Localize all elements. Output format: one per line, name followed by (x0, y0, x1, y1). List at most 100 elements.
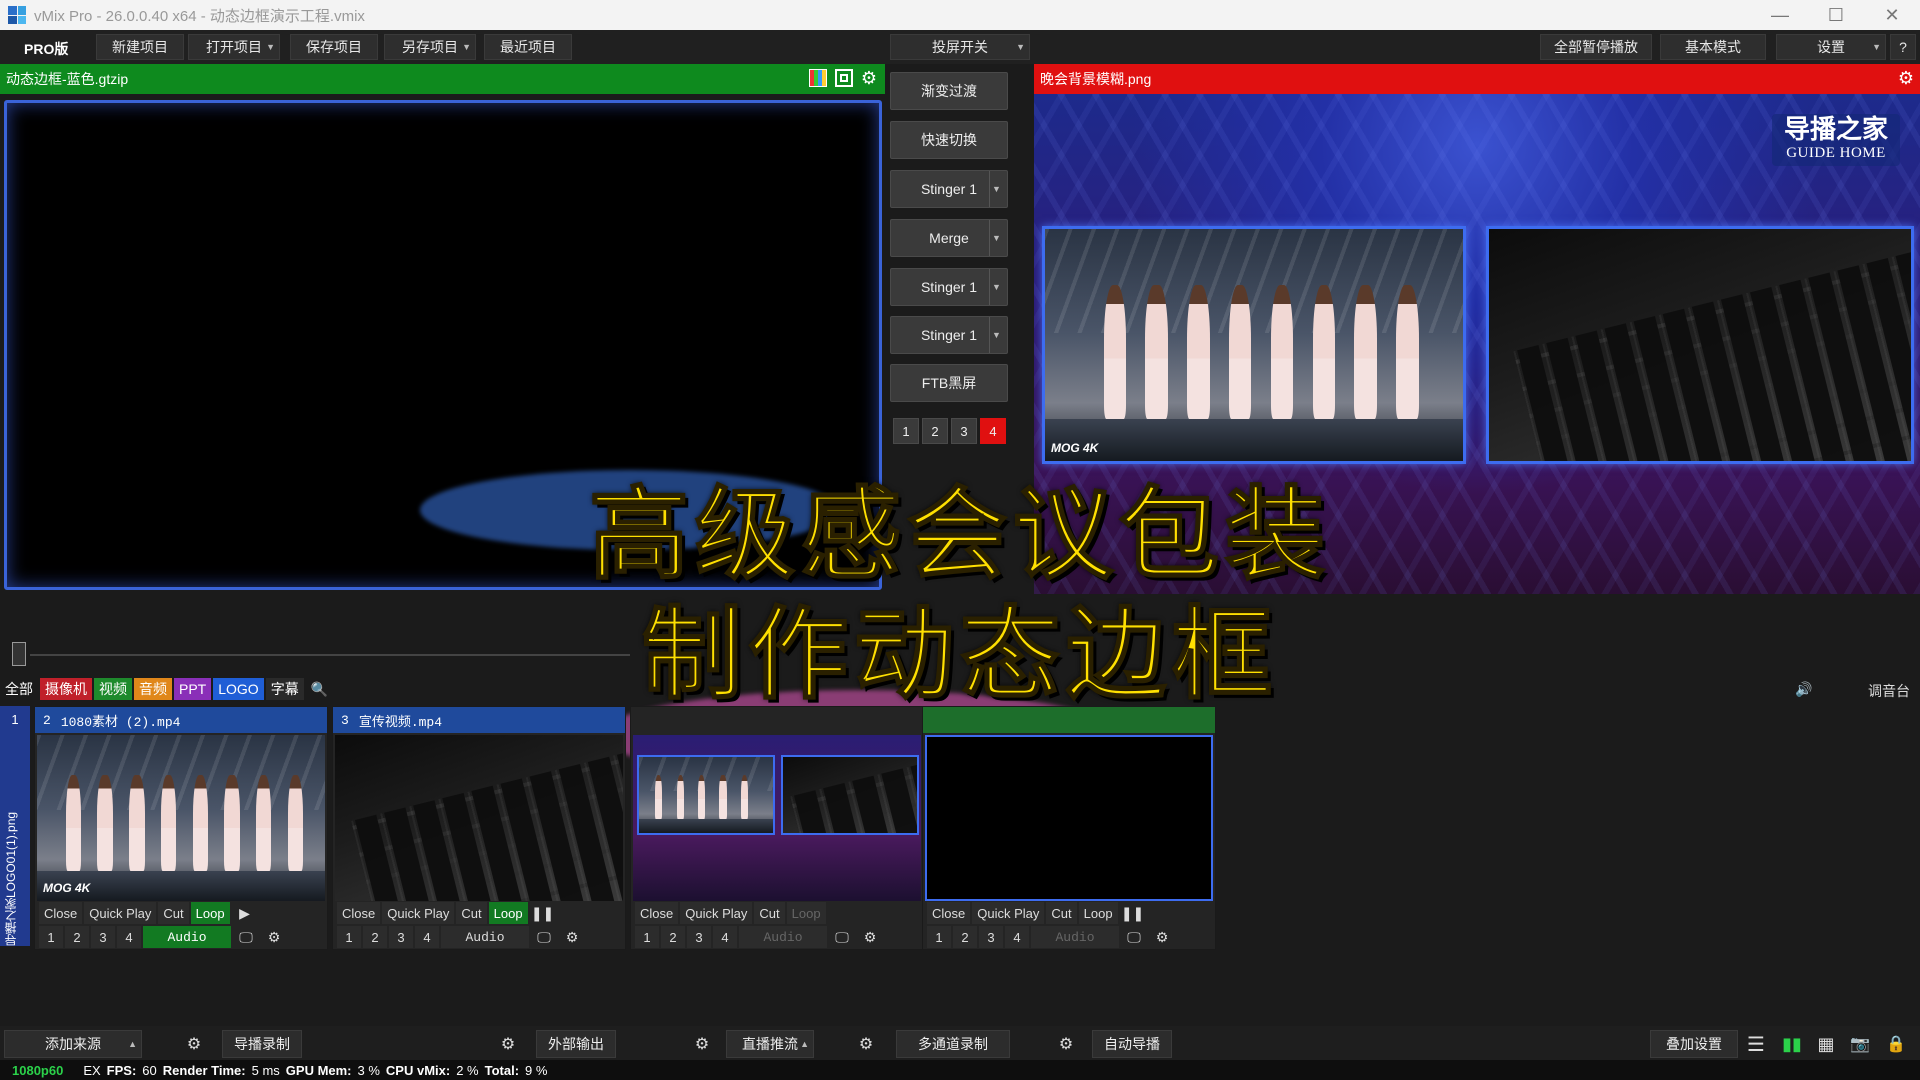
close-icon[interactable]: ✕ (1864, 0, 1920, 30)
audio-button[interactable]: Audio (739, 926, 827, 948)
overlay-2-button[interactable]: 2 (363, 926, 387, 948)
overlay-4-button[interactable]: 4 (117, 926, 141, 948)
loop-button[interactable]: Loop (786, 902, 826, 924)
save-project-button[interactable]: 保存项目 (290, 34, 378, 60)
chevron-down-icon[interactable]: ▼ (989, 269, 1003, 305)
quick-play-button[interactable]: Quick Play (382, 902, 455, 924)
chevron-down-icon[interactable]: ▼ (266, 42, 275, 52)
input-card-3[interactable]: 3 宣传视频.mp4 Close Quick Play Cut Loop ❚❚ … (332, 706, 626, 950)
fade-transition-button[interactable]: 渐变过渡 (890, 72, 1008, 110)
overlay-2-button[interactable]: 2 (953, 926, 977, 948)
t-bar-handle[interactable] (12, 642, 26, 666)
overlay-3-button[interactable]: 3 (687, 926, 711, 948)
input-card-multiview[interactable]: Close Quick Play Cut Loop 1 2 3 4 Audio … (630, 706, 924, 950)
chevron-down-icon[interactable]: ▼ (989, 171, 1003, 207)
keyboard-thumbnail[interactable] (335, 735, 623, 901)
loop-button[interactable]: Loop (488, 902, 528, 924)
chevron-up-icon[interactable]: ▲ (128, 1039, 137, 1049)
input-card-2[interactable]: 2 1080素材 (2).mp4 MOG 4K Close Quick Play… (34, 706, 328, 950)
overlay-1-button[interactable]: 1 (927, 926, 951, 948)
close-button[interactable]: Close (927, 902, 971, 924)
safe-area-icon[interactable] (834, 69, 853, 87)
chevron-down-icon[interactable]: ▼ (989, 317, 1003, 353)
pause-all-button[interactable]: 全部暂停播放 (1540, 34, 1652, 60)
maximize-icon[interactable]: ☐ (1808, 0, 1864, 30)
loop-button[interactable]: Loop (1078, 902, 1118, 924)
help-button[interactable]: ? (1890, 34, 1916, 60)
color-bars-icon[interactable] (808, 69, 827, 87)
playlist-button[interactable]: 自动导播 (1092, 1030, 1172, 1058)
gear-icon[interactable]: ⚙ (846, 1030, 886, 1058)
audio-mixer-button[interactable]: 调音台 (1868, 681, 1910, 701)
close-button[interactable]: Close (337, 902, 381, 924)
monitor-icon[interactable]: 🖵 (531, 926, 557, 948)
blank-thumbnail[interactable] (925, 735, 1213, 901)
multiview-thumbnail[interactable] (633, 735, 921, 901)
tab-logo[interactable]: LOGO (213, 678, 264, 700)
speaker-icon[interactable]: 🔊 (1795, 681, 1812, 698)
overlay-1-button[interactable]: 1 (337, 926, 361, 948)
external-button[interactable]: 外部输出 (536, 1030, 616, 1058)
overlay-3-button[interactable]: 3 (91, 926, 115, 948)
cut-button[interactable]: Cut (1046, 902, 1077, 924)
loop-button[interactable]: Loop (190, 902, 230, 924)
overlay-4-button[interactable]: 4 (1005, 926, 1029, 948)
transition-number-3[interactable]: 3 (951, 418, 977, 444)
gear-icon[interactable]: ⚙ (174, 1030, 214, 1058)
monitor-icon[interactable]: 🖵 (1121, 926, 1147, 948)
gear-icon[interactable]: ⚙ (1149, 926, 1175, 948)
chevron-up-icon[interactable]: ▲ (800, 1039, 809, 1049)
multicorder-button[interactable]: 多通道录制 (896, 1030, 1010, 1058)
quick-play-button[interactable]: Quick Play (680, 902, 753, 924)
cut-transition-button[interactable]: 快速切换 (890, 121, 1008, 159)
overlay-1-button[interactable]: 1 (635, 926, 659, 948)
record-button[interactable]: 导播录制 (222, 1030, 302, 1058)
input-lane-1[interactable]: 1 导播之家LOGO01(1).png (0, 706, 30, 946)
fade-to-black-button[interactable]: FTB黑屏 (890, 364, 1008, 402)
settings-button[interactable]: 设置 ▼ (1776, 34, 1886, 60)
save-as-button[interactable]: 另存项目 ▼ (384, 34, 476, 60)
gear-icon[interactable]: ⚙ (559, 926, 585, 948)
overlay-3-button[interactable]: 3 (979, 926, 1003, 948)
gear-icon[interactable]: ⚙ (488, 1030, 528, 1058)
overlay-3-button[interactable]: 3 (389, 926, 413, 948)
chevron-down-icon[interactable]: ▼ (1016, 42, 1025, 52)
stinger-1-button[interactable]: Stinger 1 ▼ (890, 170, 1008, 208)
audio-button[interactable]: Audio (441, 926, 529, 948)
gear-icon[interactable]: ⚙ (1898, 68, 1914, 89)
play-icon[interactable]: ▶ (232, 902, 258, 924)
list-view-icon[interactable]: ☰ (1736, 1030, 1776, 1058)
chevron-down-icon[interactable]: ▼ (989, 220, 1003, 256)
tab-audio[interactable]: 音频 (134, 678, 172, 700)
close-button[interactable]: Close (635, 902, 679, 924)
audio-button[interactable]: Audio (143, 926, 231, 948)
minimize-icon[interactable]: — (1752, 0, 1808, 30)
add-input-button[interactable]: 添加来源 ▲ (4, 1030, 142, 1058)
basic-mode-button[interactable]: 基本模式 (1660, 34, 1766, 60)
tab-ppt[interactable]: PPT (174, 678, 212, 700)
monitor-icon[interactable]: 🖵 (829, 926, 855, 948)
stinger-1c-button[interactable]: Stinger 1 ▼ (890, 316, 1008, 354)
overlay-4-button[interactable]: 4 (713, 926, 737, 948)
pause-icon[interactable]: ❚❚ (530, 902, 556, 924)
quick-play-button[interactable]: Quick Play (972, 902, 1045, 924)
cut-button[interactable]: Cut (158, 902, 189, 924)
tab-camera[interactable]: 摄像机 (40, 678, 92, 700)
recent-projects-button[interactable]: 最近项目 (484, 34, 572, 60)
new-project-button[interactable]: 新建项目 (96, 34, 184, 60)
overlay-4-button[interactable]: 4 (415, 926, 439, 948)
tab-caption[interactable]: 字幕 (265, 678, 304, 700)
merge-button[interactable]: Merge ▼ (890, 219, 1008, 257)
pause-icon[interactable]: ❚❚ (1120, 902, 1146, 924)
tab-video[interactable]: 视频 (94, 678, 132, 700)
overlay-1-button[interactable]: 1 (39, 926, 63, 948)
transition-number-1[interactable]: 1 (893, 418, 919, 444)
gear-icon[interactable]: ⚙ (861, 69, 877, 87)
tab-all[interactable]: 全部 (0, 678, 38, 700)
quick-play-button[interactable]: Quick Play (84, 902, 157, 924)
audio-button[interactable]: Audio (1031, 926, 1119, 948)
search-icon[interactable]: 🔍 (306, 678, 333, 700)
cut-button[interactable]: Cut (456, 902, 487, 924)
projector-toggle-button[interactable]: 投屏开关 ▼ (890, 34, 1030, 60)
gear-icon[interactable]: ⚙ (682, 1030, 722, 1058)
